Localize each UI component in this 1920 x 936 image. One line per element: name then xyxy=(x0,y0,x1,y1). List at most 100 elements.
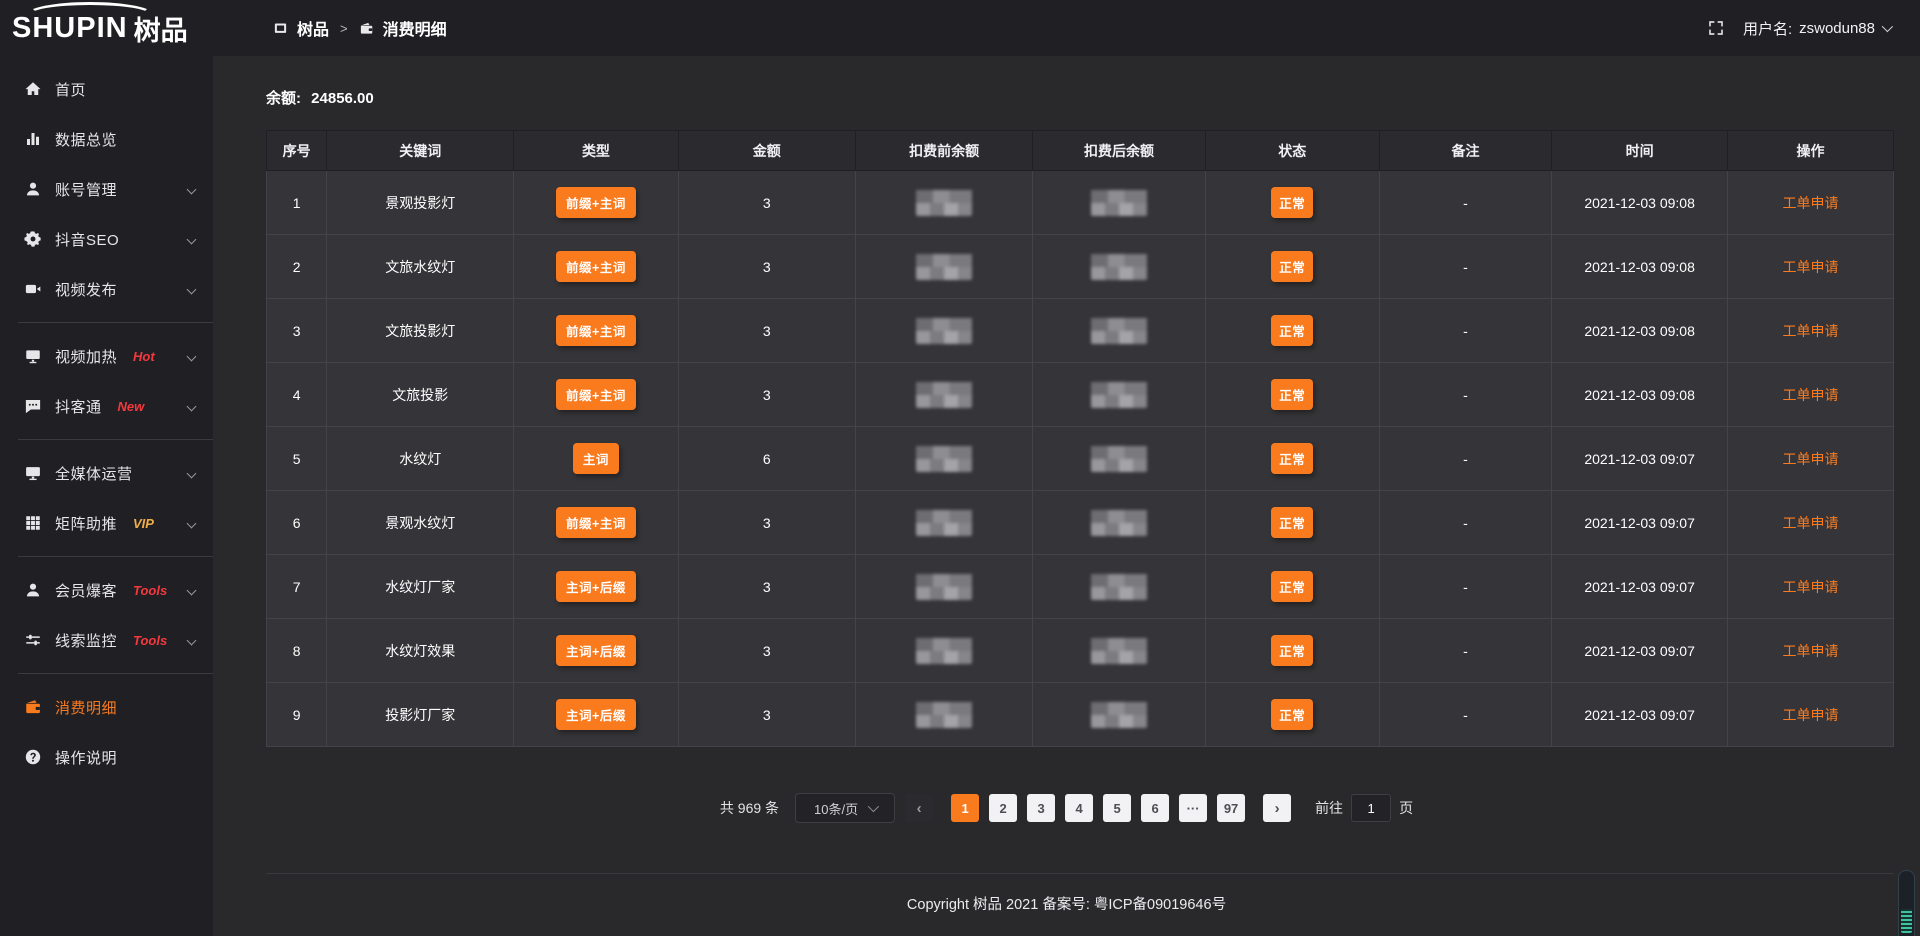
sidebar-item-label: 视频加热 xyxy=(55,346,117,367)
cell-time: 2021-12-03 09:07 xyxy=(1552,683,1728,747)
ticket-apply-link[interactable]: 工单申请 xyxy=(1782,387,1838,403)
page-button-2[interactable]: 2 xyxy=(989,794,1017,822)
blurred-value xyxy=(916,638,972,664)
user-icon xyxy=(24,180,42,198)
cell-remark: - xyxy=(1379,555,1551,619)
cell-index: 2 xyxy=(267,235,327,299)
ticket-apply-link[interactable]: 工单申请 xyxy=(1782,707,1838,723)
type-badge: 主词+后缀 xyxy=(556,635,636,666)
ticket-apply-link[interactable]: 工单申请 xyxy=(1782,323,1838,339)
blurred-value xyxy=(916,254,972,280)
grid-icon xyxy=(24,514,42,532)
home-icon xyxy=(24,80,42,98)
cell-balance-after xyxy=(1033,683,1205,747)
chevron-down-icon xyxy=(868,801,879,812)
sidebar-item-operation-help[interactable]: 操作说明 xyxy=(0,732,213,782)
sidebar-item-member-burst[interactable]: 会员爆客 Tools xyxy=(0,565,213,615)
page-button-6[interactable]: 6 xyxy=(1141,794,1169,822)
breadcrumb-page[interactable]: 消费明细 xyxy=(383,16,447,40)
blurred-value xyxy=(1091,190,1147,216)
cell-action: 工单申请 xyxy=(1727,491,1893,555)
balance: 余额: 24856.00 xyxy=(213,57,1920,130)
cell-balance-before xyxy=(855,491,1032,555)
cell-type: 前缀+主词 xyxy=(514,171,678,235)
sidebar-item-video-heat[interactable]: 视频加热 Hot xyxy=(0,331,213,381)
sidebar-item-data-overview[interactable]: 数据总览 xyxy=(0,114,213,164)
column-header: 备注 xyxy=(1379,131,1551,171)
cell-balance-after xyxy=(1033,299,1205,363)
blurred-value xyxy=(1091,702,1147,728)
page-button-5[interactable]: 5 xyxy=(1103,794,1131,822)
chevron-down-icon xyxy=(1882,21,1893,32)
video-icon xyxy=(24,280,42,298)
ticket-apply-link[interactable]: 工单申请 xyxy=(1782,643,1838,659)
cell-keyword: 水纹灯 xyxy=(327,427,514,491)
cell-remark: - xyxy=(1379,171,1551,235)
cell-index: 4 xyxy=(267,363,327,427)
ticket-apply-link[interactable]: 工单申请 xyxy=(1782,579,1838,595)
cell-index: 5 xyxy=(267,427,327,491)
ticket-apply-link[interactable]: 工单申请 xyxy=(1782,259,1838,275)
cell-amount: 3 xyxy=(678,683,855,747)
page-button-1[interactable]: 1 xyxy=(951,794,979,822)
blurred-value xyxy=(1091,574,1147,600)
cell-balance-before xyxy=(855,299,1032,363)
sidebar-item-badge: Hot xyxy=(133,349,155,364)
blurred-value xyxy=(1091,318,1147,344)
scrollbar[interactable] xyxy=(1898,870,1915,936)
ticket-apply-link[interactable]: 工单申请 xyxy=(1782,515,1838,531)
cell-type: 主词+后缀 xyxy=(514,555,678,619)
goto-suffix: 页 xyxy=(1399,798,1413,818)
goto-label: 前往 xyxy=(1315,798,1343,818)
sidebar-item-matrix-boost[interactable]: 矩阵助推 VIP xyxy=(0,498,213,548)
cell-keyword: 投影灯厂家 xyxy=(327,683,514,747)
fullscreen-icon[interactable] xyxy=(1707,19,1725,37)
sidebar-item-account-manage[interactable]: 账号管理 xyxy=(0,164,213,214)
cell-balance-after xyxy=(1033,171,1205,235)
cell-balance-before xyxy=(855,363,1032,427)
chevron-down-icon xyxy=(187,234,197,244)
table-row: 4 文旅投影 前缀+主词 3 正常 - 2021-12-03 09:08 工单申… xyxy=(267,363,1894,427)
cell-action: 工单申请 xyxy=(1727,555,1893,619)
ellipsis-button[interactable]: ··· xyxy=(1179,794,1207,822)
goto-page-input[interactable] xyxy=(1351,794,1391,822)
next-page-button[interactable]: › xyxy=(1263,794,1291,822)
type-badge: 主词+后缀 xyxy=(556,571,636,602)
page-size-select[interactable]: 10条/页 xyxy=(795,793,895,823)
cell-status: 正常 xyxy=(1205,683,1379,747)
ticket-apply-link[interactable]: 工单申请 xyxy=(1782,195,1838,211)
chat-icon xyxy=(24,397,42,415)
user-menu[interactable]: 用户名: zswodun88 xyxy=(1743,18,1890,39)
ticket-apply-link[interactable]: 工单申请 xyxy=(1782,451,1838,467)
sidebar-item-video-publish[interactable]: 视频发布 xyxy=(0,264,213,314)
cell-amount: 3 xyxy=(678,555,855,619)
breadcrumb-app[interactable]: 树品 xyxy=(297,16,329,40)
cell-balance-before xyxy=(855,427,1032,491)
cell-amount: 3 xyxy=(678,363,855,427)
page-button-3[interactable]: 3 xyxy=(1027,794,1055,822)
column-header: 时间 xyxy=(1552,131,1728,171)
member-icon xyxy=(24,581,42,599)
sidebar-item-all-media[interactable]: 全媒体运营 xyxy=(0,448,213,498)
sidebar-item-consume-detail[interactable]: 消费明细 xyxy=(0,682,213,732)
page-button-4[interactable]: 4 xyxy=(1065,794,1093,822)
sidebar-item-douyin-seo[interactable]: 抖音SEO xyxy=(0,214,213,264)
cell-amount: 3 xyxy=(678,299,855,363)
consume-table: 序号关键词类型金额扣费前余额扣费后余额状态备注时间操作 1 景观投影灯 前缀+主… xyxy=(266,130,1894,747)
cell-status: 正常 xyxy=(1205,491,1379,555)
sidebar-divider xyxy=(18,556,213,557)
username-value: zswodun88 xyxy=(1799,20,1875,37)
page-button-97[interactable]: 97 xyxy=(1217,794,1245,822)
gear-icon xyxy=(24,230,42,248)
cell-remark: - xyxy=(1379,683,1551,747)
cell-time: 2021-12-03 09:08 xyxy=(1552,299,1728,363)
cell-keyword: 文旅投影 xyxy=(327,363,514,427)
prev-page-button[interactable]: ‹ xyxy=(905,794,933,822)
cell-remark: - xyxy=(1379,491,1551,555)
cell-balance-after xyxy=(1033,363,1205,427)
sidebar-item-douketong[interactable]: 抖客通 New xyxy=(0,381,213,431)
sidebar-item-clue-monitor[interactable]: 线索监控 Tools xyxy=(0,615,213,665)
wallet-icon xyxy=(24,698,42,716)
cell-type: 主词+后缀 xyxy=(514,683,678,747)
sidebar-item-home[interactable]: 首页 xyxy=(0,64,213,114)
